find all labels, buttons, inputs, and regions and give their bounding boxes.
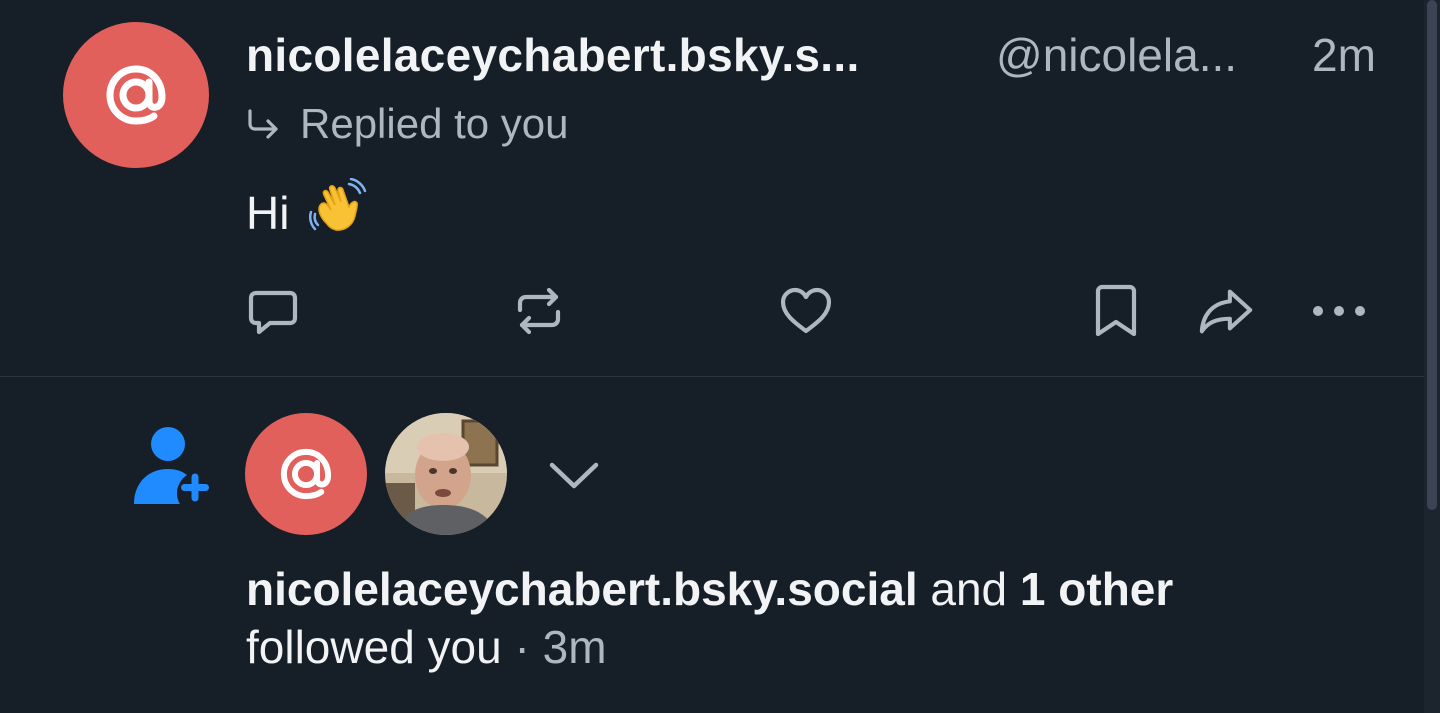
author-avatar[interactable] [63, 22, 209, 168]
post-text-body: Hi [246, 186, 290, 239]
scrollbar[interactable] [1424, 0, 1440, 713]
follow-notification-text: nicolelaceychabert.bsky.social and 1 oth… [246, 560, 1406, 676]
reply-notification[interactable]: nicolelaceychabert.bsky.s... @nicolela..… [0, 0, 1424, 376]
reply-arrow-icon [248, 109, 278, 139]
at-sign-icon [280, 448, 332, 500]
follow-person-plus-icon [130, 424, 212, 513]
post-time: 2m [1312, 29, 1376, 81]
chevron-down-icon [549, 462, 599, 489]
others-link[interactable]: 1 other [1020, 563, 1173, 615]
reply-icon [248, 290, 298, 335]
follow-time: 3m [542, 621, 607, 673]
share-button[interactable] [1197, 282, 1255, 340]
more-options-button[interactable] [1310, 282, 1368, 340]
scrollbar-thumb[interactable] [1427, 0, 1437, 510]
post-text: Hi [246, 177, 367, 247]
like-icon [780, 287, 832, 334]
at-sign-icon [106, 65, 166, 125]
bookmark-icon [1095, 284, 1137, 337]
follow-separator: · [501, 621, 543, 673]
repost-icon [517, 287, 561, 335]
user-photo [385, 413, 507, 535]
follower-name-link[interactable]: nicolelaceychabert.bsky.social [246, 563, 918, 615]
expand-followers-button[interactable] [544, 450, 604, 500]
reply-context-label: Replied to you [300, 100, 569, 147]
like-button[interactable] [777, 282, 835, 340]
follower-avatar-2[interactable] [385, 413, 507, 535]
author-display-name[interactable]: nicolelaceychabert.bsky.s... [246, 28, 860, 82]
more-icon [1313, 306, 1365, 316]
bookmark-button[interactable] [1087, 282, 1145, 340]
follow-connector: and [917, 563, 1020, 615]
reply-button[interactable] [244, 282, 302, 340]
repost-button[interactable] [510, 282, 568, 340]
waving-hand-icon [309, 177, 367, 247]
notification-divider [0, 376, 1424, 377]
follower-avatar-1[interactable] [245, 413, 367, 535]
share-icon [1199, 289, 1253, 334]
reply-context: Replied to you [246, 100, 569, 148]
follow-action-text: followed you [246, 621, 502, 673]
author-handle[interactable]: @nicolela... [996, 28, 1237, 82]
